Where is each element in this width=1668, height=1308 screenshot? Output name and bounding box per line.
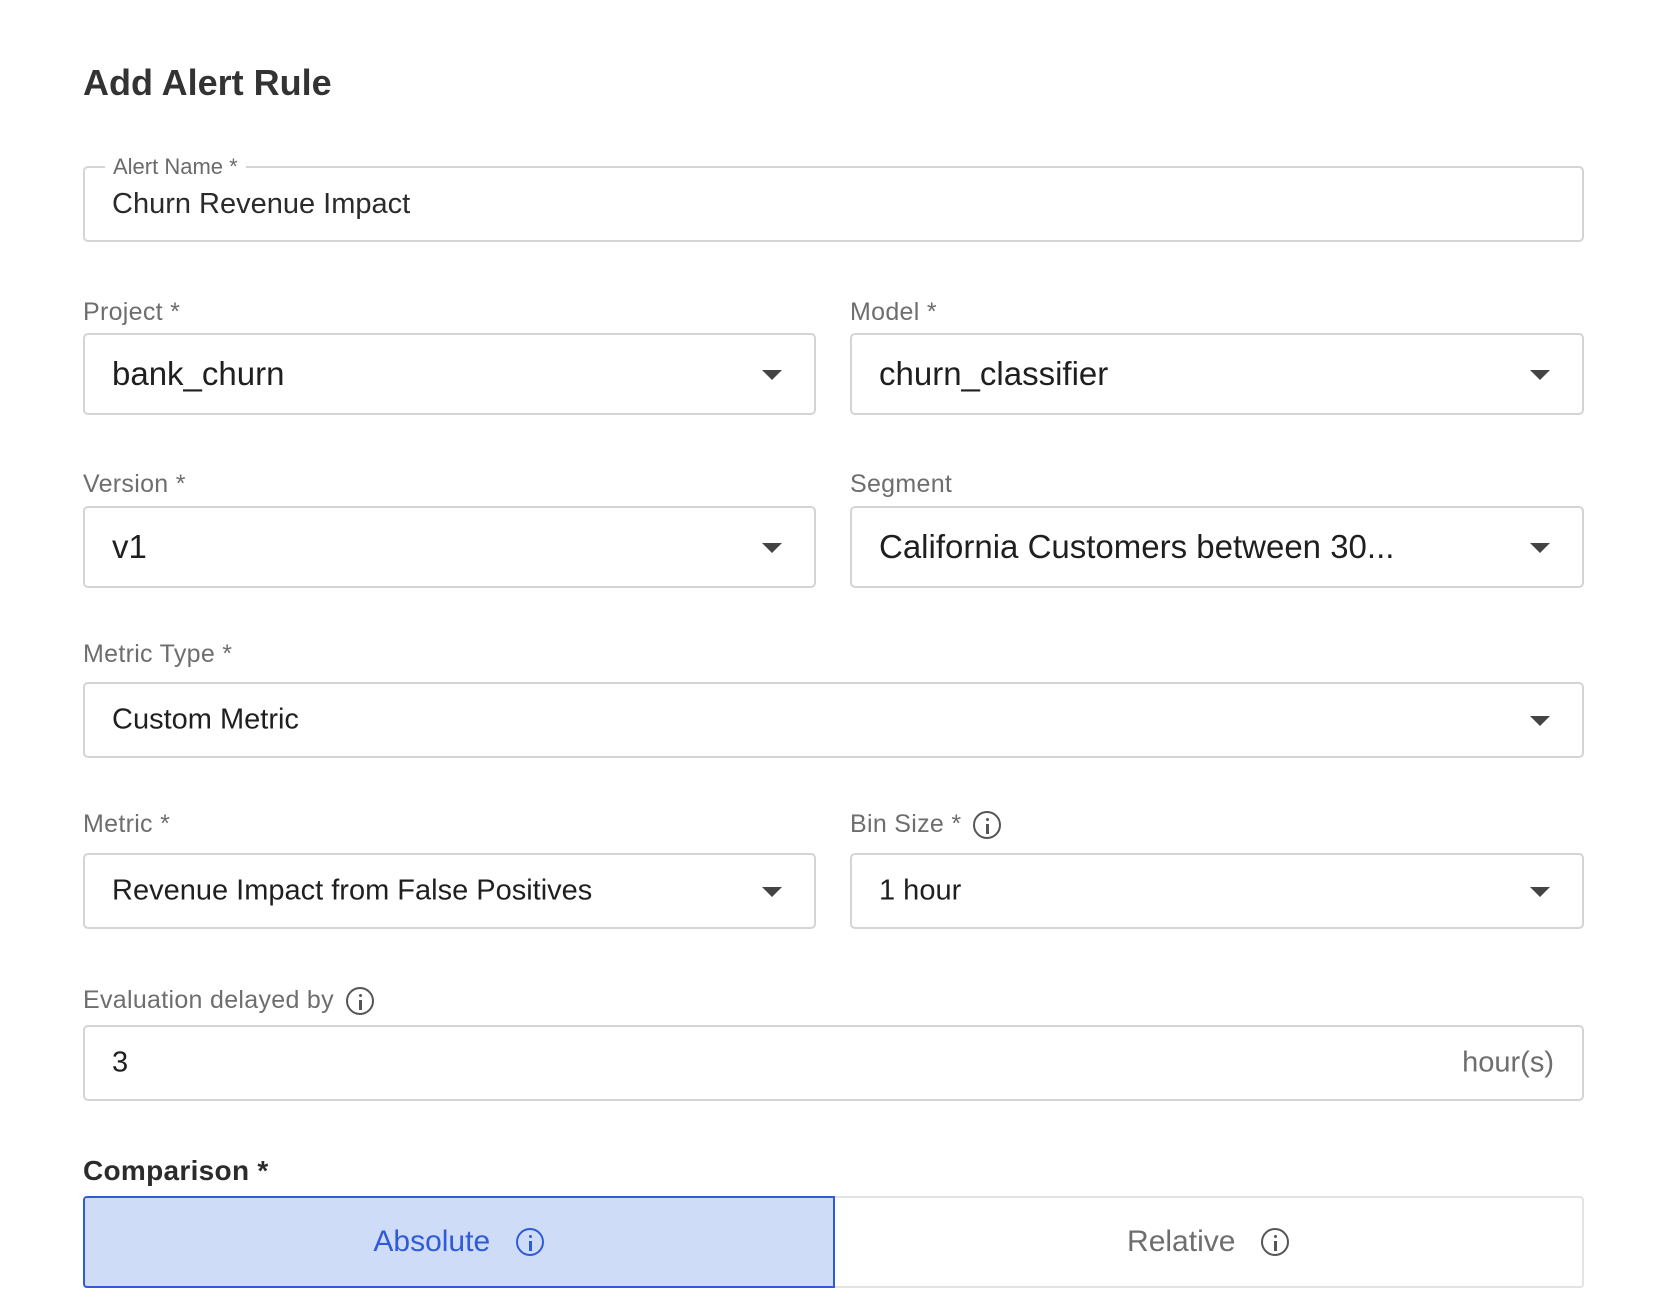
add-alert-rule-page: Add Alert Rule Alert Name * Churn Revenu… (0, 0, 1668, 1308)
comparison-option-absolute[interactable]: Absolute (83, 1196, 835, 1288)
chevron-down-icon (1530, 543, 1550, 553)
bin-size-value: 1 hour (879, 874, 962, 907)
segment-label: Segment (850, 470, 953, 498)
bin-size-select[interactable]: 1 hour (850, 853, 1584, 929)
info-icon[interactable] (345, 986, 374, 1015)
comparison-option-label: Relative (1127, 1225, 1236, 1258)
alert-name-value: Churn Revenue Impact (112, 188, 411, 220)
metric-value: Revenue Impact from False Positives (112, 874, 593, 907)
alert-name-label: Alert Name * (105, 154, 246, 180)
segment-select[interactable]: California Customers between 30... (850, 506, 1584, 588)
evaluation-delay-input[interactable]: 3 hour(s) (83, 1025, 1584, 1101)
version-label: Version * (83, 470, 186, 498)
metric-type-select[interactable]: Custom Metric (83, 682, 1584, 758)
info-icon[interactable] (516, 1228, 545, 1256)
chevron-down-icon (762, 543, 782, 553)
model-select[interactable]: churn_classifier (850, 333, 1584, 415)
info-icon[interactable] (973, 810, 1002, 839)
model-value: churn_classifier (879, 355, 1109, 392)
chevron-down-icon (762, 370, 782, 380)
chevron-down-icon (1530, 716, 1550, 726)
chevron-down-icon (1530, 370, 1550, 380)
bin-size-label: Bin Size * (850, 810, 1002, 839)
page-title: Add Alert Rule (83, 62, 332, 103)
evaluation-delay-label: Evaluation delayed by (83, 986, 374, 1015)
project-label: Project * (83, 298, 181, 326)
chevron-down-icon (1530, 887, 1550, 897)
comparison-option-relative[interactable]: Relative (834, 1196, 1584, 1288)
alert-name-field[interactable]: Alert Name * Churn Revenue Impact (83, 154, 1584, 242)
info-icon[interactable] (1261, 1228, 1290, 1256)
project-select[interactable]: bank_churn (83, 333, 816, 415)
version-value: v1 (112, 528, 147, 565)
comparison-toggle: Absolute Relative (83, 1196, 1584, 1288)
comparison-option-label: Absolute (373, 1225, 491, 1258)
comparison-label: Comparison * (83, 1155, 269, 1186)
project-value: bank_churn (112, 355, 285, 392)
evaluation-delay-unit: hour(s) (1462, 1046, 1554, 1079)
metric-type-label: Metric Type * (83, 640, 233, 668)
model-label: Model * (850, 298, 937, 326)
version-select[interactable]: v1 (83, 506, 816, 588)
metric-select[interactable]: Revenue Impact from False Positives (83, 853, 816, 929)
chevron-down-icon (762, 887, 782, 897)
metric-label: Metric * (83, 810, 171, 838)
metric-type-value: Custom Metric (112, 703, 299, 736)
evaluation-delay-value: 3 (112, 1046, 129, 1079)
segment-value: California Customers between 30... (879, 528, 1395, 565)
